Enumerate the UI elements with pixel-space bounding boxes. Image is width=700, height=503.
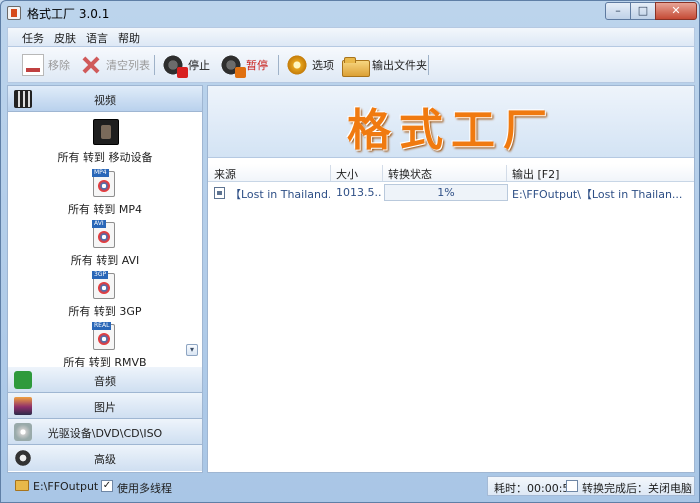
- pause-button[interactable]: 暂停: [220, 51, 268, 79]
- column-divider[interactable]: [382, 165, 383, 181]
- row-source: 【Lost in Thailand...: [230, 188, 330, 201]
- toolbar-separator: [428, 55, 429, 75]
- clear-list-label: 清空列表: [106, 59, 150, 72]
- toolbar: 移除 清空列表 停止 暂停 选项 输出文件夹: [7, 47, 695, 83]
- gear-icon: [286, 54, 308, 76]
- pause-label: 暂停: [246, 59, 268, 72]
- menu-task[interactable]: 任务: [22, 30, 44, 46]
- output-path[interactable]: E:\FFOutput: [33, 480, 98, 493]
- multithread-label: 使用多线程: [117, 482, 172, 495]
- category-image-label: 图片: [94, 401, 116, 414]
- elapsed-time: 耗时：00:00:51: [494, 482, 577, 495]
- folder-icon[interactable]: [15, 480, 29, 491]
- status-right: 耗时：00:00:51 转换完成后：关闭电脑: [487, 476, 695, 496]
- window-title: 格式工厂 3.0.1: [27, 7, 110, 21]
- shutdown-checkbox[interactable]: [566, 480, 578, 492]
- folder-icon: [342, 54, 370, 77]
- category-audio-label: 音频: [94, 375, 116, 388]
- clear-list-button[interactable]: 清空列表: [80, 51, 150, 79]
- menu-help[interactable]: 帮助: [118, 30, 140, 46]
- format-label: 所有 转到 MP4: [67, 203, 143, 216]
- category-rom[interactable]: 光驱设备\DVD\CD\ISO: [8, 419, 202, 445]
- rmvb-icon: REAL: [92, 322, 115, 350]
- stop-label: 停止: [188, 59, 210, 72]
- category-image[interactable]: 图片: [8, 393, 202, 419]
- column-source[interactable]: 来源: [214, 166, 236, 182]
- title-bar[interactable]: 格式工厂 3.0.1 – □ ✕: [1, 1, 699, 25]
- row-output: E:\FFOutput\【Lost in Thailan...: [512, 188, 683, 201]
- format-label: 所有 转到 3GP: [68, 305, 142, 318]
- 3gp-icon: 3GP: [92, 271, 115, 299]
- mobile-device-icon: [93, 119, 119, 145]
- task-table-header: 来源 大小 转换状态 输出 [F2]: [208, 164, 694, 182]
- avi-icon: AVI: [92, 220, 115, 248]
- column-size[interactable]: 大小: [336, 166, 358, 182]
- toolbar-separator: [278, 55, 279, 75]
- task-panel: 格式工厂 来源 大小 转换状态 输出 [F2] 【Lost in Thailan…: [207, 85, 695, 473]
- app-icon: [7, 6, 21, 20]
- status-left: E:\FFOutput ✓ 使用多线程: [7, 476, 485, 496]
- status-bar: E:\FFOutput ✓ 使用多线程 耗时：00:00:51 转换完成后：关闭…: [7, 475, 695, 497]
- app-window: 格式工厂 3.0.1 – □ ✕ 任务 皮肤 语言 帮助 移除 清空列表 停止 …: [0, 0, 700, 503]
- format-item-3gp[interactable]: 3GP 所有 转到 3GP: [8, 271, 202, 321]
- table-row[interactable]: 【Lost in Thailand... 1013.5... 1% E:\FFO…: [208, 182, 694, 204]
- pause-icon: [220, 54, 246, 78]
- scroll-down-button[interactable]: ▾: [186, 344, 198, 356]
- menu-language[interactable]: 语言: [86, 30, 108, 46]
- minimize-button[interactable]: –: [605, 2, 631, 20]
- remove-label: 移除: [48, 59, 70, 72]
- close-button[interactable]: ✕: [655, 2, 697, 20]
- format-label: 所有 转到 移动设备: [57, 151, 153, 164]
- maximize-button[interactable]: □: [630, 2, 656, 20]
- stop-icon: [162, 54, 188, 78]
- category-video-label: 视频: [94, 94, 116, 107]
- column-output[interactable]: 输出 [F2]: [512, 166, 559, 182]
- format-item-mobile[interactable]: 所有 转到 移动设备: [8, 117, 202, 167]
- format-list: 所有 转到 移动设备 MP4 所有 转到 MP4 AVI 所有 转到 AVI 3…: [8, 113, 202, 367]
- format-label: 所有 转到 RMVB: [63, 356, 147, 367]
- category-sidebar: 视频 所有 转到 移动设备 MP4 所有 转到 MP4 AVI 所有 转到 AV…: [7, 85, 203, 473]
- category-advanced-label: 高级: [94, 453, 116, 466]
- stop-button[interactable]: 停止: [162, 51, 210, 79]
- video-file-icon: [214, 187, 225, 199]
- output-folder-button[interactable]: 输出文件夹: [342, 51, 427, 79]
- multithread-checkbox[interactable]: ✓: [101, 480, 113, 492]
- menu-bar: 任务 皮肤 语言 帮助: [7, 27, 695, 47]
- after-done-label: 转换完成后：关闭电脑: [582, 482, 692, 495]
- category-rom-label: 光驱设备\DVD\CD\ISO: [47, 427, 163, 440]
- format-item-rmvb[interactable]: REAL 所有 转到 RMVB: [8, 322, 202, 367]
- column-divider[interactable]: [506, 165, 507, 181]
- category-video[interactable]: 视频: [8, 86, 202, 112]
- options-button[interactable]: 选项: [286, 51, 334, 79]
- category-advanced[interactable]: 高级: [8, 445, 202, 471]
- logo-banner: 格式工厂: [208, 86, 694, 158]
- remove-icon: [22, 54, 44, 76]
- format-item-mp4[interactable]: MP4 所有 转到 MP4: [8, 169, 202, 219]
- logo-text: 格式工厂: [347, 105, 555, 156]
- column-divider[interactable]: [330, 165, 331, 181]
- menu-skin[interactable]: 皮肤: [54, 30, 76, 46]
- toolbar-separator: [154, 55, 155, 75]
- mp4-icon: MP4: [92, 169, 115, 197]
- options-label: 选项: [312, 59, 334, 72]
- format-label: 所有 转到 AVI: [70, 254, 140, 267]
- row-progress: 1%: [384, 184, 508, 201]
- row-size: 1013.5...: [336, 186, 382, 199]
- clear-list-icon: [80, 54, 102, 76]
- output-folder-label: 输出文件夹: [372, 59, 427, 72]
- category-audio[interactable]: 音频: [8, 367, 202, 393]
- format-item-avi[interactable]: AVI 所有 转到 AVI: [8, 220, 202, 270]
- column-status[interactable]: 转换状态: [388, 166, 432, 182]
- remove-button[interactable]: 移除: [22, 51, 70, 79]
